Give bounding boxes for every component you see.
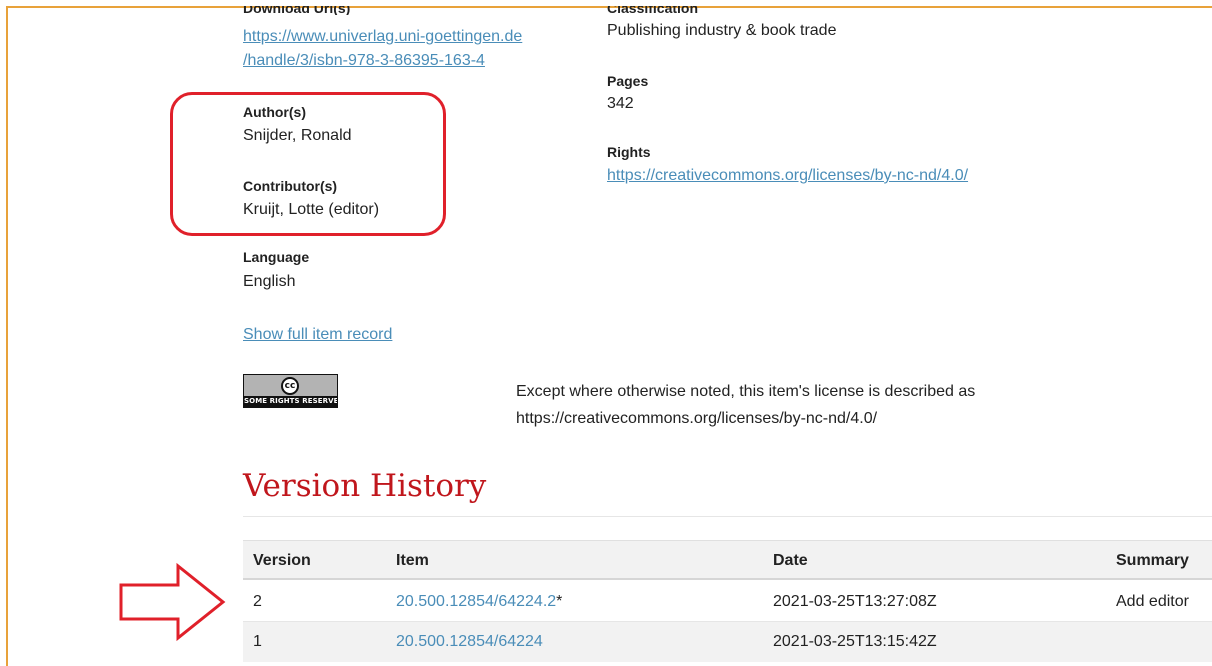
item-cell: 20.500.12854/64224.2* [396, 582, 562, 622]
license-text-line1: Except where otherwise noted, this item'… [516, 383, 976, 400]
classification-label: Classification [607, 6, 699, 15]
table-row: 1 20.500.12854/64224 2021-03-25T13:15:42… [243, 622, 1212, 662]
current-version-marker: * [556, 593, 563, 610]
download-uri-label: Download Uri(s) [243, 6, 351, 15]
section-divider [243, 516, 1212, 517]
version-number: 1 [253, 633, 262, 650]
rights-link[interactable]: https://creativecommons.org/licenses/by-… [607, 167, 968, 185]
version-summary [1116, 622, 1212, 662]
window-border-left [6, 6, 8, 666]
pages-label: Pages [607, 73, 649, 89]
rights-label: Rights [607, 144, 651, 160]
download-uri-link-line2[interactable]: /handle/3/isbn-978-3-86395-163-4 [243, 52, 485, 70]
show-full-record-link[interactable]: Show full item record [243, 326, 392, 344]
license-text-line2: https://creativecommons.org/licenses/by-… [516, 410, 878, 427]
column-header-summary: Summary [1116, 552, 1189, 569]
column-header-version: Version [253, 552, 311, 569]
cc-license-badge[interactable]: cc SOME RIGHTS RESERVED [243, 374, 338, 408]
version-date: 2021-03-25T13:15:42Z [773, 633, 937, 650]
item-cell: 20.500.12854/64224 [396, 622, 543, 662]
version-summary: Add editor [1116, 593, 1189, 610]
version-date: 2021-03-25T13:27:08Z [773, 593, 937, 610]
right-arrow-icon [119, 562, 226, 642]
table-header-row: Version Item Date Summary [243, 540, 1212, 580]
highlight-annotation-box [170, 92, 446, 236]
version-history-title: Version History [243, 468, 487, 504]
cc-badge-text: SOME RIGHTS RESERVED [244, 396, 337, 407]
version-number: 2 [253, 593, 262, 610]
language-value: English [243, 273, 296, 290]
language-label: Language [243, 249, 310, 265]
table-row: 2 20.500.12854/64224.2* 2021-03-25T13:27… [243, 582, 1212, 622]
item-link[interactable]: 20.500.12854/64224 [396, 633, 543, 650]
pages-value: 342 [607, 95, 634, 112]
column-header-item: Item [396, 552, 429, 569]
classification-value: Publishing industry & book trade [607, 22, 837, 39]
column-header-date: Date [773, 552, 808, 569]
license-statement: Except where otherwise noted, this item'… [516, 378, 1116, 432]
item-link[interactable]: 20.500.12854/64224.2 [396, 593, 556, 610]
download-uri-link-line1[interactable]: https://www.univerlag.uni-goettingen.de [243, 28, 522, 46]
cc-icon: cc [281, 377, 299, 395]
